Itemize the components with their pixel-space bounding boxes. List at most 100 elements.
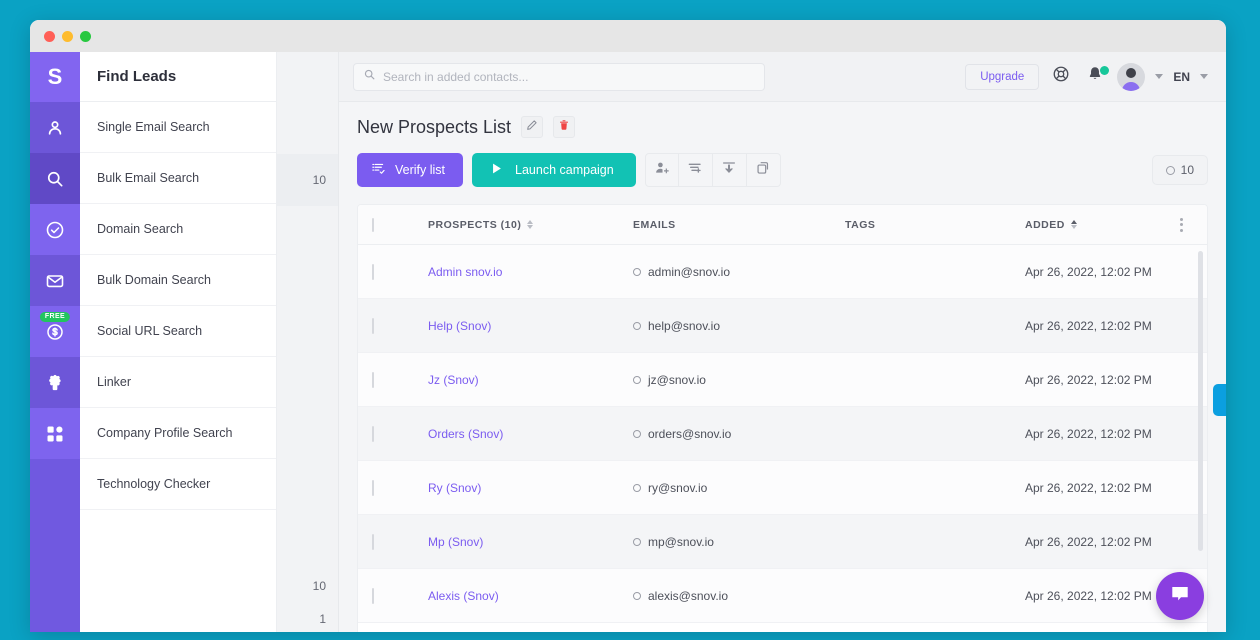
- screen-root: S FREE Find Leads Single Email Search Bu…: [0, 0, 1260, 640]
- nav-empty-space: [80, 510, 276, 632]
- nav-item-single-email-search[interactable]: Single Email Search: [80, 102, 276, 153]
- rail-item-single-email-search[interactable]: [30, 102, 80, 153]
- table-row[interactable]: Jz (Snov) jz@snov.io Apr 26, 2022, 12:02…: [358, 353, 1207, 407]
- browser-window: S FREE Find Leads Single Email Search Bu…: [30, 20, 1226, 632]
- maximize-window-button[interactable]: [80, 30, 91, 42]
- row-checkbox[interactable]: [372, 587, 374, 604]
- prospect-email: ry@snov.io: [648, 480, 708, 495]
- rail-item-social-url-search[interactable]: FREE: [30, 306, 80, 357]
- page-title: New Prospects List: [357, 116, 512, 137]
- prospect-added: Apr 26, 2022, 12:02 PM: [1025, 480, 1152, 495]
- nav-item-domain-search[interactable]: Domain Search: [80, 204, 276, 255]
- row-checkbox[interactable]: [372, 263, 374, 280]
- row-checkbox[interactable]: [372, 371, 374, 388]
- copy-icon: [755, 160, 771, 181]
- chevron-down-icon[interactable]: [1155, 74, 1164, 79]
- verify-list-button[interactable]: Verify list: [357, 153, 464, 187]
- avatar-head: [1126, 67, 1137, 78]
- table-scrollbar[interactable]: [1198, 251, 1203, 551]
- contacts-search-box[interactable]: [353, 62, 765, 91]
- credits-indicator[interactable]: 10: [1151, 155, 1208, 185]
- nav-item-bulk-domain-search[interactable]: Bulk Domain Search: [80, 255, 276, 306]
- prospect-name[interactable]: Mp (Snov): [428, 535, 483, 549]
- count-highlight-band: [277, 154, 338, 206]
- email-status-icon: [633, 429, 641, 438]
- select-all-checkbox[interactable]: [372, 217, 374, 232]
- export-button[interactable]: [712, 153, 747, 187]
- row-checkbox[interactable]: [372, 479, 374, 496]
- nav-item-technology-checker[interactable]: Technology Checker: [80, 459, 276, 510]
- table-options-button[interactable]: [1179, 217, 1183, 232]
- prospect-name[interactable]: Admin snov.io: [428, 265, 502, 279]
- lifebuoy-icon: [1052, 65, 1070, 88]
- rail-item-bulk-email-search[interactable]: [30, 153, 80, 204]
- search-icon: [363, 68, 376, 86]
- launch-campaign-label: Launch campaign: [515, 163, 614, 177]
- row-checkbox[interactable]: [372, 425, 374, 442]
- delete-list-button[interactable]: [553, 116, 576, 138]
- puzzle-icon: [45, 373, 65, 393]
- table-row[interactable]: Alexis (Snov) alexis@snov.io Apr 26, 202…: [358, 569, 1207, 623]
- download-icon: [721, 160, 737, 181]
- column-emails[interactable]: EMAILS: [633, 219, 845, 231]
- prospect-name[interactable]: Jz (Snov): [428, 373, 479, 387]
- table-row[interactable]: Orders (Snov) orders@snov.io Apr 26, 202…: [358, 407, 1207, 461]
- row-checkbox[interactable]: [372, 317, 374, 334]
- rail-item-domain-search[interactable]: [30, 204, 80, 255]
- prospect-name[interactable]: Ry (Snov): [428, 481, 481, 495]
- actions-row: Verify list Launch campaign 10: [357, 153, 1208, 187]
- snov-logo[interactable]: S: [30, 52, 80, 102]
- prospect-email: mp@snov.io: [648, 534, 714, 549]
- duplicate-button[interactable]: [746, 153, 781, 187]
- upgrade-button[interactable]: Upgrade: [965, 63, 1040, 90]
- column-added[interactable]: ADDED: [1025, 219, 1161, 231]
- prospect-added: Apr 26, 2022, 12:02 PM: [1025, 372, 1152, 387]
- add-prospect-button[interactable]: [644, 153, 679, 187]
- search-input[interactable]: [383, 69, 755, 84]
- column-tags[interactable]: TAGS: [845, 219, 1025, 231]
- nav-item-linker[interactable]: Linker: [80, 357, 276, 408]
- row-checkbox[interactable]: [372, 533, 374, 550]
- table-row[interactable]: Help (Snov) help@snov.io Apr 26, 2022, 1…: [358, 299, 1207, 353]
- prospect-name[interactable]: Orders (Snov): [428, 427, 503, 441]
- email-status-icon: [633, 483, 641, 492]
- icon-rail: S FREE: [30, 52, 80, 632]
- prospect-name[interactable]: Alexis (Snov): [428, 589, 499, 603]
- help-button[interactable]: [1049, 65, 1073, 89]
- table-row[interactable]: Mp (Snov) mp@snov.io Apr 26, 2022, 12:02…: [358, 515, 1207, 569]
- mail-icon: [45, 271, 65, 291]
- rail-item-linker[interactable]: [30, 357, 80, 408]
- table-row[interactable]: Ry (Snov) ry@snov.io Apr 26, 2022, 12:02…: [358, 461, 1207, 515]
- nav-item-bulk-email-search[interactable]: Bulk Email Search: [80, 153, 276, 204]
- edit-list-button[interactable]: [521, 116, 544, 138]
- avatar-body: [1122, 81, 1141, 91]
- notifications-button[interactable]: [1083, 65, 1110, 89]
- prospect-email: orders@snov.io: [648, 426, 732, 441]
- chevron-down-icon[interactable]: [1200, 74, 1208, 79]
- rail-item-bulk-domain-search[interactable]: [30, 255, 80, 306]
- prospect-email: jz@snov.io: [648, 372, 706, 387]
- avatar[interactable]: [1117, 62, 1146, 91]
- nav-item-social-url-search[interactable]: Social URL Search: [80, 306, 276, 357]
- close-window-button[interactable]: [44, 30, 55, 42]
- sort-added-icon[interactable]: [1070, 220, 1077, 229]
- minimize-window-button[interactable]: [62, 30, 73, 42]
- list-plus-icon: [687, 160, 703, 181]
- prospect-email: alexis@snov.io: [648, 588, 728, 603]
- count-pages: 1: [319, 612, 326, 626]
- feedback-side-tab[interactable]: [1213, 384, 1226, 416]
- rail-item-company-profile-search[interactable]: [30, 408, 80, 459]
- content-area: New Prospects List Verify list Launch ca…: [339, 102, 1226, 632]
- add-to-list-button[interactable]: [678, 153, 713, 187]
- language-selector[interactable]: EN: [1173, 70, 1190, 84]
- sort-prospects-icon[interactable]: [527, 220, 534, 229]
- chat-support-button[interactable]: [1156, 572, 1204, 620]
- launch-campaign-button[interactable]: Launch campaign: [472, 153, 636, 187]
- grid-icon: [45, 424, 65, 444]
- prospect-name[interactable]: Help (Snov): [428, 319, 491, 333]
- prospect-added: Apr 26, 2022, 12:02 PM: [1025, 588, 1152, 603]
- nav-item-company-profile-search[interactable]: Company Profile Search: [80, 408, 276, 459]
- column-prospects[interactable]: PROSPECTS (10): [428, 219, 633, 231]
- trash-icon: [558, 118, 570, 136]
- table-row[interactable]: Admin snov.io admin@snov.io Apr 26, 2022…: [358, 245, 1207, 299]
